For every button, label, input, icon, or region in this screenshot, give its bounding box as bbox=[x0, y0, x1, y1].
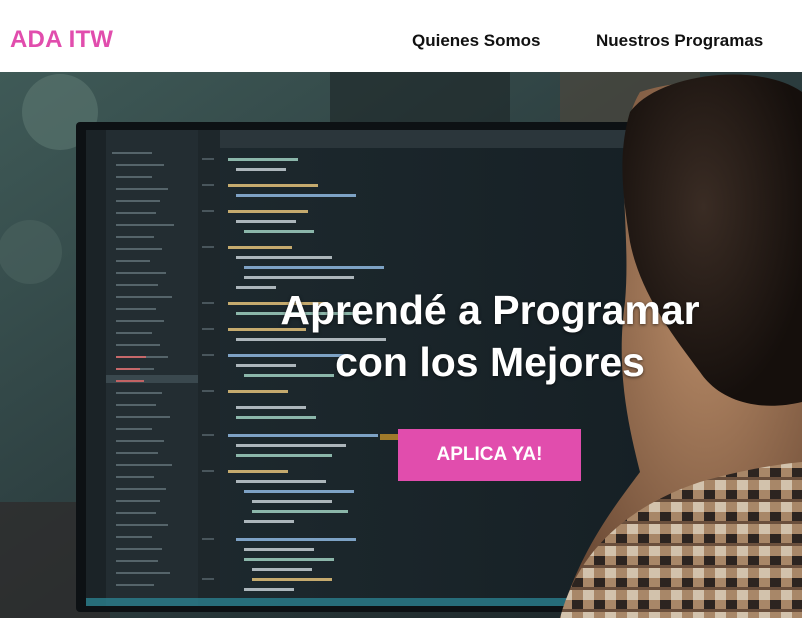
site-header: ADA ITW Quienes Somos Nuestros Programas bbox=[0, 0, 802, 72]
apply-now-button[interactable]: APLICA YA! bbox=[398, 429, 581, 481]
nav-link-nuestros-programas[interactable]: Nuestros Programas bbox=[596, 31, 763, 51]
brand-logo[interactable]: ADA ITW bbox=[10, 26, 113, 54]
hero-title-line-2: con los Mejores bbox=[335, 339, 645, 385]
hero-title-line-1: Aprendé a Programar bbox=[280, 287, 700, 333]
nav-link-quienes-somos[interactable]: Quienes Somos bbox=[412, 31, 540, 51]
hero-title: Aprendé a Programar con los Mejores bbox=[0, 284, 802, 388]
hero-section: Aprendé a Programar con los Mejores APLI… bbox=[0, 72, 802, 618]
